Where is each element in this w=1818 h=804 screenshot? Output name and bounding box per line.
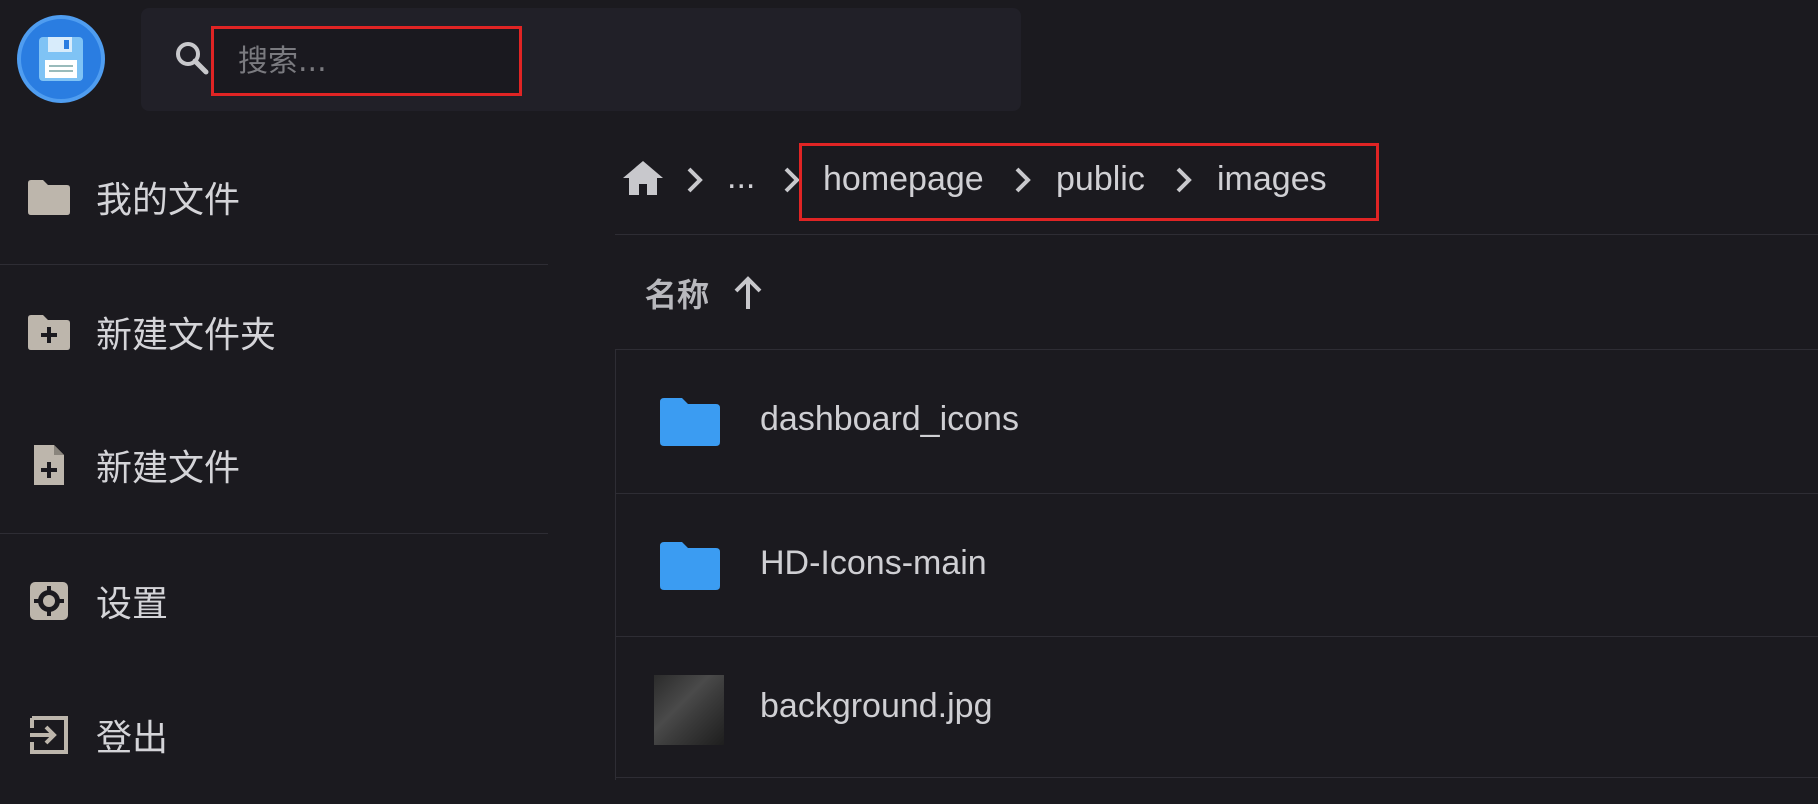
header [0,0,1818,112]
column-header-label: 名称 [645,276,710,314]
file-name: dashboard_icons [760,400,1019,438]
arrow-up-icon [734,276,762,309]
sidebar-item-new-folder[interactable]: 新建文件夹 [0,287,548,377]
breadcrumb-highlight-box [799,143,1379,221]
logout-icon [26,712,72,758]
breadcrumb-ellipsis[interactable]: ... [727,158,755,197]
file-name: background.jpg [760,687,993,725]
file-plus-icon [26,442,72,488]
sidebar-item-settings[interactable]: 设置 [0,556,548,646]
list-item[interactable]: HD-Icons-main [615,494,1818,637]
search-icon[interactable] [172,38,212,78]
folder-icon [660,542,720,590]
sidebar-item-new-file[interactable]: 新建文件 [0,420,548,510]
file-name: HD-Icons-main [760,544,987,582]
gear-icon [26,578,72,624]
sidebar-item-label: 新建文件夹 [96,315,277,356]
folder-icon [26,174,72,220]
divider [0,264,548,265]
list-item[interactable]: background.jpg [615,637,1818,780]
home-icon[interactable] [620,158,666,198]
sidebar-item-logout[interactable]: 登出 [0,690,548,780]
sidebar-item-label: 登出 [96,718,169,759]
folder-icon [660,398,720,446]
sidebar-item-my-files[interactable]: 我的文件 [0,152,548,242]
sidebar: 我的文件 新建文件夹 新建文件 设置 登出 [0,130,548,804]
sidebar-item-label: 我的文件 [96,180,241,221]
divider [615,234,1818,235]
divider [0,533,548,534]
column-header-name[interactable]: 名称 [645,270,765,316]
divider [615,777,1818,778]
file-browser: ... homepage public images 名称 dashboard_… [615,130,1818,804]
floppy-disk-icon [39,37,83,81]
chevron-right-icon [687,167,703,193]
folder-plus-icon [26,309,72,355]
search-input[interactable] [211,26,522,96]
list-item[interactable]: dashboard_icons [615,350,1818,493]
image-thumbnail [654,675,724,745]
sidebar-item-label: 新建文件 [96,448,241,489]
sidebar-item-label: 设置 [96,584,169,625]
app-logo[interactable] [17,15,105,103]
